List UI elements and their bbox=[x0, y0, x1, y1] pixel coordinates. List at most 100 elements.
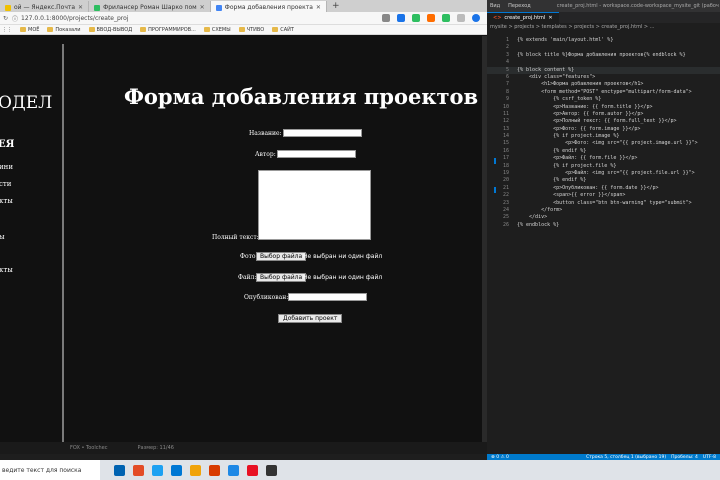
sidebar-link[interactable]: сти bbox=[0, 180, 11, 188]
code-line[interactable]: 20 {% endif %} bbox=[487, 177, 720, 184]
profile-avatar[interactable] bbox=[472, 14, 480, 22]
sidebar-link[interactable]: ини bbox=[0, 163, 13, 171]
code-line[interactable]: 21 <p>Опубликован: {{ form.date }}</p> bbox=[487, 185, 720, 192]
taskbar-app-icon[interactable] bbox=[209, 464, 220, 476]
browser-tab-freelancer[interactable]: Фриланcер Роман Шарко пом ✕ bbox=[89, 1, 211, 12]
code-line[interactable]: 4 bbox=[487, 59, 720, 66]
code-line[interactable]: 1 {% extends 'main/layout.html' %} bbox=[487, 37, 720, 44]
tab-label: Форма добавления проекта bbox=[224, 4, 313, 11]
tab-label: ой — Яндекс.Почта bbox=[14, 4, 76, 11]
code-text: </form> bbox=[517, 206, 563, 213]
taskbar-app-icon[interactable] bbox=[247, 464, 258, 476]
code-line[interactable]: 13 <p>Фото: {{ form.image }}</p> bbox=[487, 126, 720, 133]
sidebar-link[interactable]: кты bbox=[0, 266, 13, 274]
code-line[interactable]: 10 <p>Название: {{ form.title }}</p> bbox=[487, 104, 720, 111]
menu-go[interactable]: Переход bbox=[508, 3, 531, 9]
window-title: create_proj.html - workspace.code-worksp… bbox=[556, 3, 719, 9]
zoom-icon[interactable] bbox=[382, 14, 390, 22]
code-line[interactable]: 8 <form method="POST" enctype="multipart… bbox=[487, 89, 720, 96]
taskbar-app-icon[interactable] bbox=[228, 464, 239, 476]
close-icon[interactable]: ✕ bbox=[316, 4, 321, 11]
published-input[interactable] bbox=[288, 293, 367, 301]
breadcrumb[interactable]: mysite > projects > templates > projects… bbox=[487, 23, 720, 31]
bookmark-folder[interactable]: СХЕМЫ bbox=[203, 27, 231, 33]
code-line[interactable]: 14 {% if project.image %} bbox=[487, 133, 720, 140]
code-text: {% if project.image %} bbox=[517, 133, 620, 140]
url-field[interactable]: ⓘ 127.0.0.1:8000/projects/create_proj bbox=[12, 14, 128, 23]
line-number: 18 bbox=[502, 162, 509, 169]
taskbar-apps bbox=[114, 464, 277, 476]
file-choose-file-button[interactable]: Выбор файла bbox=[256, 273, 307, 282]
code-line[interactable]: 23 <button class="btn btn-warning" type=… bbox=[487, 200, 720, 207]
new-tab-icon[interactable]: + bbox=[327, 1, 345, 12]
encoding[interactable]: UTF-8 bbox=[703, 455, 716, 460]
indentation[interactable]: Пробелы: 4 bbox=[671, 455, 698, 460]
folder-icon bbox=[20, 27, 26, 32]
close-icon[interactable]: ✕ bbox=[78, 4, 83, 11]
code-line[interactable]: 3 {% block title %}Форма добавления проек… bbox=[487, 52, 720, 59]
folder-icon bbox=[47, 27, 54, 32]
code-line[interactable]: 12 <p>Полный текст: {{ form.full_text }}… bbox=[487, 118, 720, 125]
code-text: <h1>Форма добавления проектов</h1> bbox=[517, 81, 644, 88]
taskbar-app-icon[interactable] bbox=[152, 464, 163, 476]
info-icon: ⓘ bbox=[12, 15, 19, 23]
close-icon[interactable]: ✕ bbox=[548, 15, 552, 21]
tab-label: Фриланcер Роман Шарко пом bbox=[103, 4, 197, 11]
bookmark-folder[interactable]: ЧТИВО bbox=[238, 27, 264, 33]
line-number: 15 bbox=[502, 140, 509, 147]
code-line[interactable]: 18 {% if project.file %} bbox=[487, 163, 720, 170]
puzzle-icon[interactable] bbox=[457, 14, 465, 22]
problems-indicator[interactable]: ⊗ 0 ⚠ 0 bbox=[491, 455, 509, 460]
add-project-button[interactable]: Добавить проект bbox=[278, 314, 343, 323]
taskbar-app-icon[interactable] bbox=[114, 464, 125, 476]
close-icon[interactable]: ✕ bbox=[200, 4, 205, 11]
code-line[interactable]: 7 <h1>Форма добавления проектов</h1> bbox=[487, 81, 720, 88]
bookmark-folder[interactable]: САЙТ bbox=[272, 27, 294, 33]
code-line[interactable]: 11 <p>Автор: {{ form.autor }}</p> bbox=[487, 111, 720, 118]
code-line[interactable]: 16 {% endif %} bbox=[487, 148, 720, 155]
sidebar-link[interactable]: кты bbox=[0, 197, 13, 205]
code-text: {% csrf_token %} bbox=[517, 96, 602, 103]
site-sidebar: ОДЕЛ ЕЯ ини сти кты ы кты bbox=[0, 36, 62, 454]
photo-choose-file-button[interactable]: Выбор файла bbox=[256, 252, 307, 261]
code-line[interactable]: 5 {% block content %} bbox=[487, 66, 720, 74]
code-line[interactable]: 2 bbox=[487, 44, 720, 51]
sidebar-link[interactable]: ы bbox=[0, 233, 5, 241]
menu-view[interactable]: Вид bbox=[490, 3, 500, 9]
folder-icon bbox=[88, 27, 95, 32]
fulltext-textarea[interactable] bbox=[258, 170, 371, 240]
code-editor[interactable]: 1 {% extends 'main/layout.html' %} 2 3 {% bl… bbox=[487, 37, 720, 447]
name-input[interactable] bbox=[283, 129, 362, 137]
taskbar-app-icon[interactable] bbox=[171, 464, 182, 476]
code-line[interactable]: 26 {% endblock %} bbox=[487, 222, 720, 229]
bookmark-folder[interactable]: ВВОД-ВЫВОД bbox=[88, 27, 132, 33]
code-line[interactable]: 19 <p>Файл: <img src="{{ project.file.ur… bbox=[487, 170, 720, 177]
code-line[interactable]: 15 <p>Фото: <img src="{{ project.image.u… bbox=[487, 140, 720, 147]
extension-icon[interactable] bbox=[427, 14, 435, 22]
bookmark-folder[interactable]: МОЁ bbox=[20, 27, 39, 33]
browser-tab-mail[interactable]: ой — Яндекс.Почта ✕ bbox=[0, 1, 90, 12]
taskbar-app-icon[interactable] bbox=[266, 464, 277, 476]
bookmark-folder[interactable]: ПРОГРАММИРОВ... bbox=[140, 27, 196, 33]
code-line[interactable]: 22 <span>{{ error }}</span> bbox=[487, 192, 720, 199]
file-label: Файл: bbox=[238, 274, 257, 281]
code-line[interactable]: 9 {% csrf_token %} bbox=[487, 96, 720, 103]
taskbar-app-icon[interactable] bbox=[133, 464, 144, 476]
taskbar-app-icon[interactable] bbox=[190, 464, 201, 476]
extension-icon[interactable] bbox=[397, 14, 405, 22]
shield-icon[interactable] bbox=[412, 14, 420, 22]
bookmark-folder[interactable]: Показали bbox=[47, 27, 81, 33]
editor-tab[interactable]: <> create_proj.html ✕ bbox=[487, 12, 559, 23]
reload-icon[interactable]: ↻ bbox=[3, 15, 8, 22]
extension-icon[interactable] bbox=[442, 14, 450, 22]
code-line[interactable]: 24 </form> bbox=[487, 207, 720, 214]
taskbar-search[interactable]: ведите текст для поиска bbox=[0, 460, 100, 480]
cursor-position[interactable]: Строка 5, столбец 1 (выбрано 19) bbox=[586, 455, 666, 460]
code-line[interactable]: 17 <p>Файл: {{ form.file }}</p> bbox=[487, 155, 720, 162]
line-number: 10 bbox=[502, 103, 509, 110]
code-line[interactable]: 25 </div> bbox=[487, 214, 720, 221]
browser-tab-create-proj[interactable]: Форма добавления проекта ✕ bbox=[210, 1, 327, 12]
bookmark-apps[interactable]: ⋮⋮ bbox=[2, 27, 12, 33]
browser-tabstrip: ой — Яндекс.Почта ✕ Фриланcер Роман Шарк… bbox=[0, 0, 487, 12]
author-input[interactable] bbox=[277, 150, 356, 158]
